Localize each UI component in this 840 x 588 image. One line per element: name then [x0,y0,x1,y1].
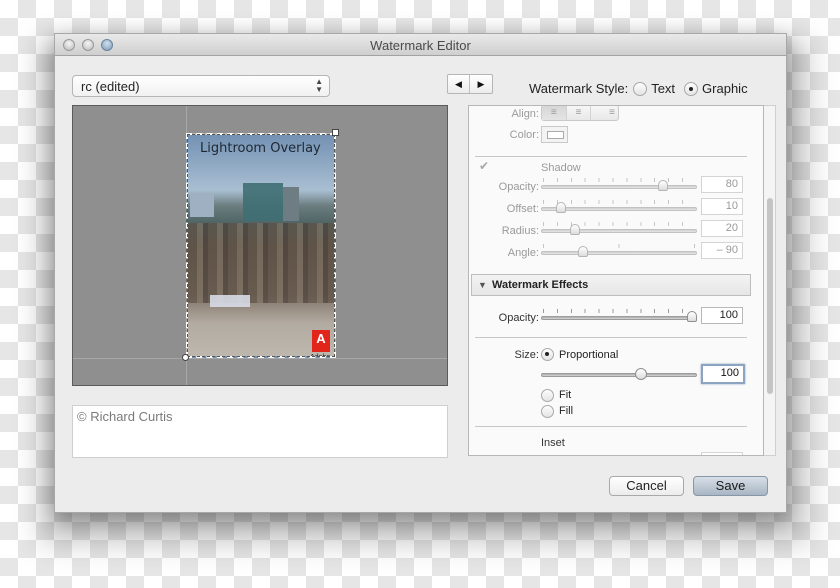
watermark-effects-title: Watermark Effects [492,279,589,291]
slider-thumb[interactable] [657,180,668,191]
shadow-radius-slider[interactable] [541,222,697,235]
slider-thumb[interactable] [634,368,647,380]
shadow-opacity-label: Opacity: [498,181,539,193]
shadow-opacity-field[interactable]: 80 [701,176,743,193]
size-proportional-option[interactable] [541,347,554,362]
photo-building [190,193,214,217]
scrollbar-thumb[interactable] [767,198,773,394]
align-right-icon[interactable]: ≡ [591,106,618,120]
effects-opacity-field[interactable]: 100 [701,307,743,324]
shadow-angle-label: Angle: [507,247,539,259]
size-slider[interactable] [541,366,697,380]
align-center-icon[interactable]: ≡ [567,106,592,120]
disclosure-triangle-icon: ▼ [478,280,487,290]
preset-dropdown[interactable]: rc (edited) ▲ ▼ [72,75,330,97]
cancel-button[interactable]: Cancel [609,476,684,496]
divider [475,337,747,338]
effects-opacity-label: Opacity: [498,312,539,324]
watermark-effects-header[interactable]: ▼ Watermark Effects [471,274,751,296]
size-fill-option[interactable] [541,404,554,419]
style-text-radio[interactable] [633,81,648,96]
window-title: Watermark Editor [370,38,471,53]
shadow-opacity-slider[interactable] [541,178,697,191]
adobe-logo-icon: A Adobe [310,330,330,356]
slider-track [541,229,697,233]
shadow-angle-field[interactable]: – 90 [701,242,743,259]
slider-thumb[interactable] [577,246,588,257]
adobe-logo-letter: A [316,331,326,346]
divider [475,426,747,427]
shadow-title: Shadow [541,162,581,174]
anchor-handle-bottom-left[interactable] [182,354,189,361]
size-proportional-radio[interactable] [541,348,554,362]
shadow-offset-field[interactable]: 10 [701,198,743,215]
next-image-button[interactable]: ▶ [470,75,492,93]
shadow-offset-slider[interactable] [541,200,697,213]
size-fit-radio[interactable] [541,389,554,403]
preset-dropdown-value: rc (edited) [81,79,140,94]
slider-thumb[interactable] [570,224,581,235]
watermark-editor-window: Watermark Editor rc (edited) ▲ ▼ Lightroo… [54,33,787,513]
triangle-right-icon: ▶ [477,79,485,89]
slider-thumb[interactable] [687,311,697,322]
photo-building [283,187,299,221]
color-swatch[interactable] [541,126,568,143]
slider-ticks [543,178,695,182]
adobe-logo-word: Adobe [310,354,331,358]
align-row: Align: ≡ ≡ ≡ [469,106,763,126]
inset-title: Inset [541,437,565,449]
inset-field[interactable] [701,452,743,455]
style-graphic-radio[interactable] [684,81,699,96]
effects-opacity-slider[interactable] [541,309,697,322]
shadow-radius-field[interactable]: 20 [701,220,743,237]
align-segmented-control: ≡ ≡ ≡ [541,106,619,121]
slider-thumb[interactable] [555,202,566,213]
color-label: Color: [509,129,539,141]
slider-ticks [543,222,695,226]
watermark-preview: Lightroom Overlay A Adobe [72,105,448,386]
divider [475,156,747,157]
overlay-title-text: Lightroom Overlay [200,141,321,156]
shadow-offset-label: Offset: [506,203,539,215]
shadow-checkbox[interactable]: ✔ [479,160,492,173]
watermark-style-selector: Watermark Style: Text Graphic [529,81,748,96]
slider-ticks [543,309,695,313]
settings-panel: Align: ≡ ≡ ≡ Color: ✔ Shadow Opacity: 80… [468,105,764,456]
style-text-label[interactable]: Text [651,81,675,96]
previous-image-button[interactable]: ◀ [448,75,470,93]
watermark-graphic-overlay[interactable]: Lightroom Overlay A Adobe [186,133,336,358]
settings-scrollbar[interactable] [764,105,776,456]
shadow-radius-label: Radius: [501,225,539,237]
resize-handle-top-right[interactable] [332,129,339,136]
watermark-style-label: Watermark Style: [529,81,629,96]
photo-tarp [210,295,250,307]
updown-arrows-icon: ▲ ▼ [315,77,323,94]
slider-track [541,316,697,320]
slider-track [541,373,697,377]
align-left-icon[interactable]: ≡ [542,106,567,120]
slider-ticks [543,200,695,204]
copyright-text-area[interactable]: © Richard Curtis [72,405,448,458]
copyright-text: © Richard Curtis [77,409,173,424]
photo-rooftops [188,223,334,303]
slider-track [541,185,697,189]
photo-building [243,183,283,221]
size-fit-label[interactable]: Fit [559,389,571,401]
slider-track [541,251,697,255]
size-fit-option[interactable] [541,388,554,403]
size-fill-label[interactable]: Fill [559,405,573,417]
slider-ticks [543,244,695,248]
title-bar: Watermark Editor [55,34,786,56]
shadow-angle-slider[interactable] [541,244,697,257]
triangle-left-icon: ◀ [455,79,462,89]
align-label: Align: [511,108,539,120]
size-value-field[interactable]: 100 [701,364,745,384]
size-fill-radio[interactable] [541,405,554,419]
size-label: Size: [514,349,539,361]
preview-navigation: ◀ ▶ [447,74,493,94]
save-button[interactable]: Save [693,476,768,496]
style-graphic-label[interactable]: Graphic [702,81,748,96]
size-proportional-label[interactable]: Proportional [559,349,618,361]
horizontal-guide-line [73,358,447,359]
